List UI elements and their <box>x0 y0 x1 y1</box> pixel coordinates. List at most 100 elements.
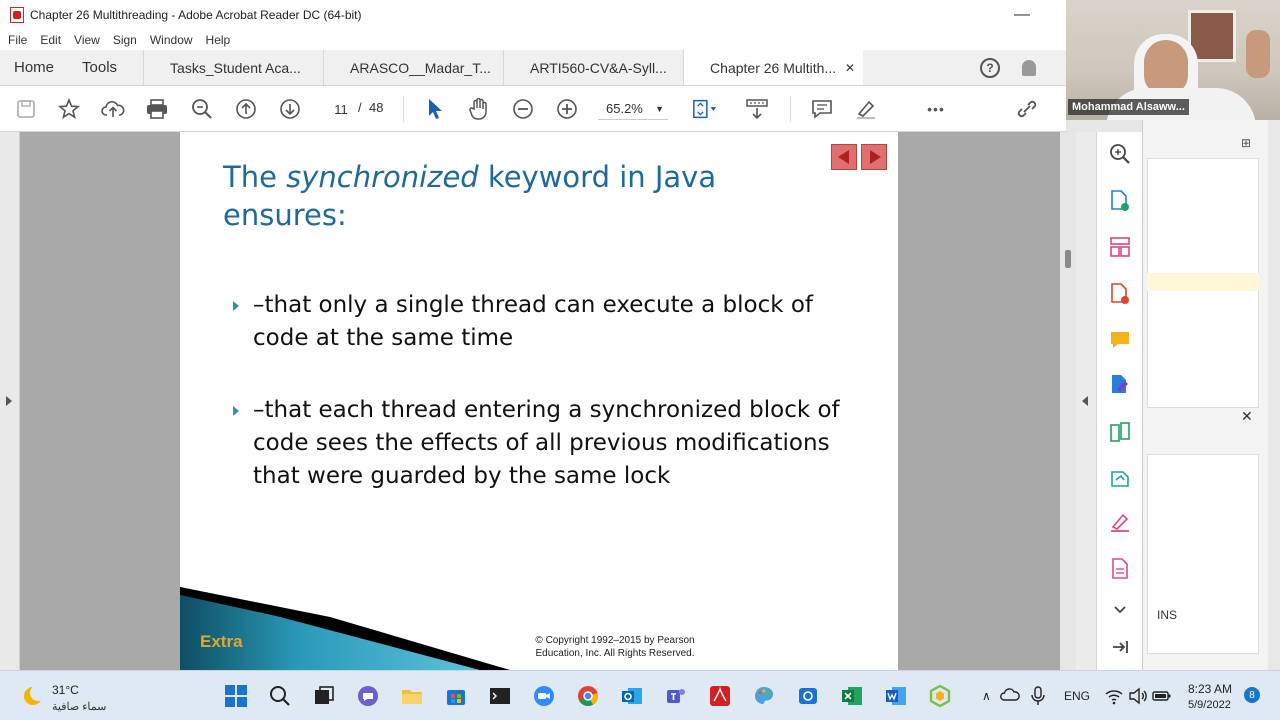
tab-document[interactable]: ARASCO__Madar_T... <box>323 50 504 85</box>
comment-icon[interactable] <box>809 96 835 122</box>
collapse-panel-icon[interactable] <box>1108 635 1132 659</box>
menu-file[interactable]: File <box>8 33 27 47</box>
snipping-icon[interactable] <box>796 684 820 708</box>
organize-pages-icon[interactable] <box>1108 235 1132 259</box>
excel-icon[interactable] <box>840 684 864 708</box>
expand-left-icon <box>6 396 12 406</box>
right-tools-panel <box>1096 132 1142 670</box>
document-icon[interactable] <box>1108 557 1132 581</box>
menu-sign[interactable]: Sign <box>113 33 137 47</box>
file-explorer-icon[interactable] <box>400 684 424 708</box>
comment-tool-icon[interactable] <box>1108 328 1132 352</box>
weather-condition[interactable]: سماء صافية <box>52 700 106 713</box>
bullet-text: –that only a single thread can execute a… <box>253 292 814 351</box>
page-up-icon[interactable] <box>233 96 259 122</box>
zoom-app-icon[interactable] <box>532 684 556 708</box>
more-options-icon[interactable]: ••• <box>923 96 949 122</box>
search-icon[interactable] <box>268 684 292 708</box>
slide-title-keyword: synchronized <box>286 160 479 194</box>
weather-temperature[interactable]: 31°C <box>52 683 79 697</box>
compare-files-icon[interactable] <box>1108 420 1132 444</box>
save-icon[interactable] <box>13 96 39 122</box>
windows-start-icon[interactable] <box>224 684 248 708</box>
tab-document[interactable]: ARTI560-CV&A-Syll... <box>503 50 684 85</box>
wifi-icon[interactable] <box>1104 684 1124 708</box>
chrome-icon[interactable] <box>576 684 600 708</box>
menu-edit[interactable]: Edit <box>40 33 61 47</box>
help-icon[interactable]: ? <box>980 58 1000 78</box>
background-scrollbar[interactable] <box>1268 118 1280 670</box>
tab-document-active[interactable]: Chapter 26 Multith... ✕ <box>683 50 864 85</box>
slide-next-button[interactable] <box>861 144 887 170</box>
moon-icon[interactable] <box>24 685 46 705</box>
word-icon[interactable] <box>884 684 908 708</box>
menu-window[interactable]: Window <box>150 33 193 47</box>
onedrive-cloud-icon[interactable] <box>1000 684 1020 708</box>
notification-badge[interactable]: 8 <box>1244 687 1260 703</box>
grid-icon[interactable]: ⊞ <box>1241 136 1251 150</box>
zoom-select[interactable]: 65.2% ▼ <box>598 98 668 120</box>
terminal-icon[interactable] <box>488 684 512 708</box>
menu-help[interactable]: Help <box>206 33 231 47</box>
teams-icon[interactable] <box>664 684 688 708</box>
edit-pdf-icon[interactable] <box>1108 373 1132 397</box>
window-title: Chapter 26 Multithreading - Adobe Acroba… <box>30 8 362 22</box>
bullet-text: –that each thread entering a synchronize… <box>253 397 840 489</box>
upload-cloud-icon[interactable] <box>100 96 126 122</box>
create-pdf-icon[interactable] <box>1108 282 1132 306</box>
battery-icon[interactable] <box>1152 684 1172 708</box>
tab-close-icon[interactable]: ✕ <box>845 61 855 75</box>
share-icon[interactable] <box>1108 466 1132 490</box>
tab-bar-right: ? <box>980 50 1066 86</box>
close-icon[interactable]: ✕ <box>1241 408 1253 425</box>
zoom-search-icon[interactable] <box>189 96 215 122</box>
tab-tools[interactable]: Tools <box>68 50 143 85</box>
collapse-right-icon <box>1082 396 1088 406</box>
store-icon[interactable] <box>444 684 468 708</box>
page-down-icon[interactable] <box>277 96 303 122</box>
speaker-icon[interactable] <box>1128 684 1148 708</box>
menu-view[interactable]: View <box>74 33 100 47</box>
zoom-in-icon[interactable] <box>554 96 580 122</box>
microphone-icon[interactable] <box>1028 684 1048 708</box>
chevron-down-icon[interactable] <box>1108 598 1132 622</box>
tab-home[interactable]: Home <box>0 50 68 85</box>
person-face <box>1144 40 1188 94</box>
fit-page-icon[interactable] <box>692 96 718 122</box>
language-indicator[interactable]: ENG <box>1064 689 1090 703</box>
scroll-mode-icon[interactable] <box>744 96 770 122</box>
hexagon-app-icon[interactable] <box>928 684 952 708</box>
page-number-input[interactable]: 11 <box>322 98 360 120</box>
page-total: 48 <box>369 100 384 115</box>
select-cursor-icon[interactable] <box>422 96 448 122</box>
tab-label: ARTI560-CV&A-Syll... <box>530 59 667 76</box>
tab-document[interactable]: Tasks_Student Aca... <box>143 50 324 85</box>
export-pdf-icon[interactable] <box>1108 189 1132 213</box>
clock-time[interactable]: 8:23 AM <box>1188 682 1232 696</box>
teams-chat-icon[interactable] <box>356 684 380 708</box>
fill-sign-icon[interactable] <box>1108 510 1132 534</box>
footer-label: Extra <box>200 632 243 651</box>
copyright-notice: © Copyright 1992–2015 by Pearson Educati… <box>535 635 695 659</box>
vertical-scrollbar[interactable] <box>1060 132 1076 670</box>
print-icon[interactable] <box>144 96 170 122</box>
star-icon[interactable] <box>56 96 82 122</box>
outlook-icon[interactable] <box>620 684 644 708</box>
highlight-pen-icon[interactable] <box>853 96 879 122</box>
bell-icon[interactable] <box>1022 60 1036 76</box>
left-panel-toggle[interactable] <box>0 132 20 670</box>
task-view-icon[interactable] <box>312 684 336 708</box>
minimize-button[interactable]: — <box>1014 6 1030 24</box>
zoom-out-icon[interactable] <box>510 96 536 122</box>
acrobat-taskbar-icon[interactable] <box>708 684 732 708</box>
clock-date[interactable]: 5/9/2022 <box>1188 699 1231 711</box>
right-panel-toggle[interactable] <box>1076 132 1096 670</box>
search-icon[interactable] <box>1108 142 1132 166</box>
scrollbar-thumb[interactable] <box>1065 250 1071 268</box>
hand-tool-icon[interactable] <box>466 96 492 122</box>
link-share-icon[interactable] <box>1014 96 1040 122</box>
slide-prev-button[interactable] <box>831 144 857 170</box>
chevron-up-icon[interactable]: ∧ <box>982 689 991 703</box>
acrobat-icon <box>10 7 24 23</box>
paint-icon[interactable] <box>752 684 776 708</box>
